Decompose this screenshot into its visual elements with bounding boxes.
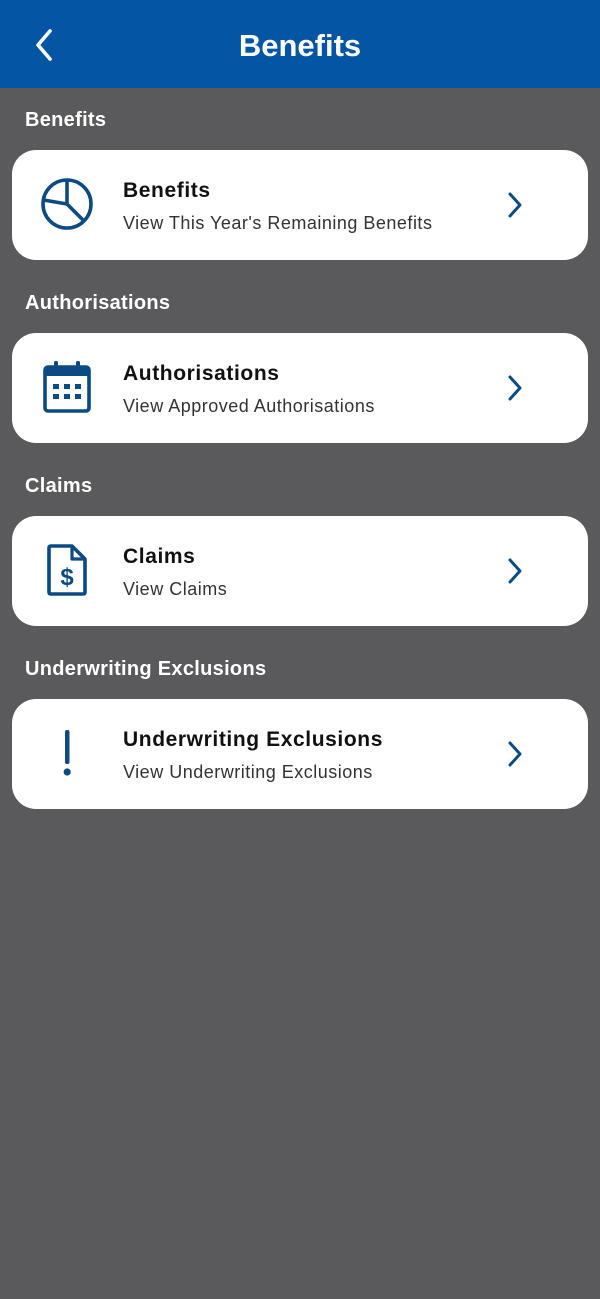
card-title: Benefits: [123, 179, 211, 202]
card-subtitle: View Underwriting Exclusions: [123, 762, 373, 782]
page-title: Benefits: [238, 28, 362, 63]
chevron-right-icon: [500, 373, 530, 403]
card-title: Underwriting Exclusions: [123, 728, 384, 751]
card-title: Claims: [123, 545, 196, 568]
exclamation-icon: [38, 724, 96, 782]
section-heading: Benefits: [25, 109, 107, 131]
calendar-icon: [38, 358, 96, 416]
section-heading: Authorisations: [25, 292, 171, 314]
pie-chart-icon: [38, 175, 96, 233]
section-heading: Claims: [25, 475, 93, 497]
card-subtitle: View Claims: [123, 579, 228, 599]
dollar-document-icon: $: [38, 541, 96, 599]
underwriting-exclusions-card[interactable]: Underwriting Exclusions View Underwritin…: [12, 699, 588, 809]
app-header: Benefits: [0, 0, 600, 88]
chevron-right-icon: [500, 556, 530, 586]
chevron-right-icon: [500, 190, 530, 220]
chevron-right-icon: [500, 739, 530, 769]
card-title: Authorisations: [123, 362, 280, 385]
claims-card[interactable]: $ Claims View Claims: [12, 516, 588, 626]
benefits-card[interactable]: Benefits View This Year's Remaining Bene…: [12, 150, 588, 260]
section-heading: Underwriting Exclusions: [25, 658, 267, 680]
card-subtitle: View Approved Authorisations: [123, 396, 375, 416]
card-subtitle: View This Year's Remaining Benefits: [123, 213, 433, 233]
svg-text:$: $: [60, 564, 74, 591]
authorisations-card[interactable]: Authorisations View Approved Authorisati…: [12, 333, 588, 443]
